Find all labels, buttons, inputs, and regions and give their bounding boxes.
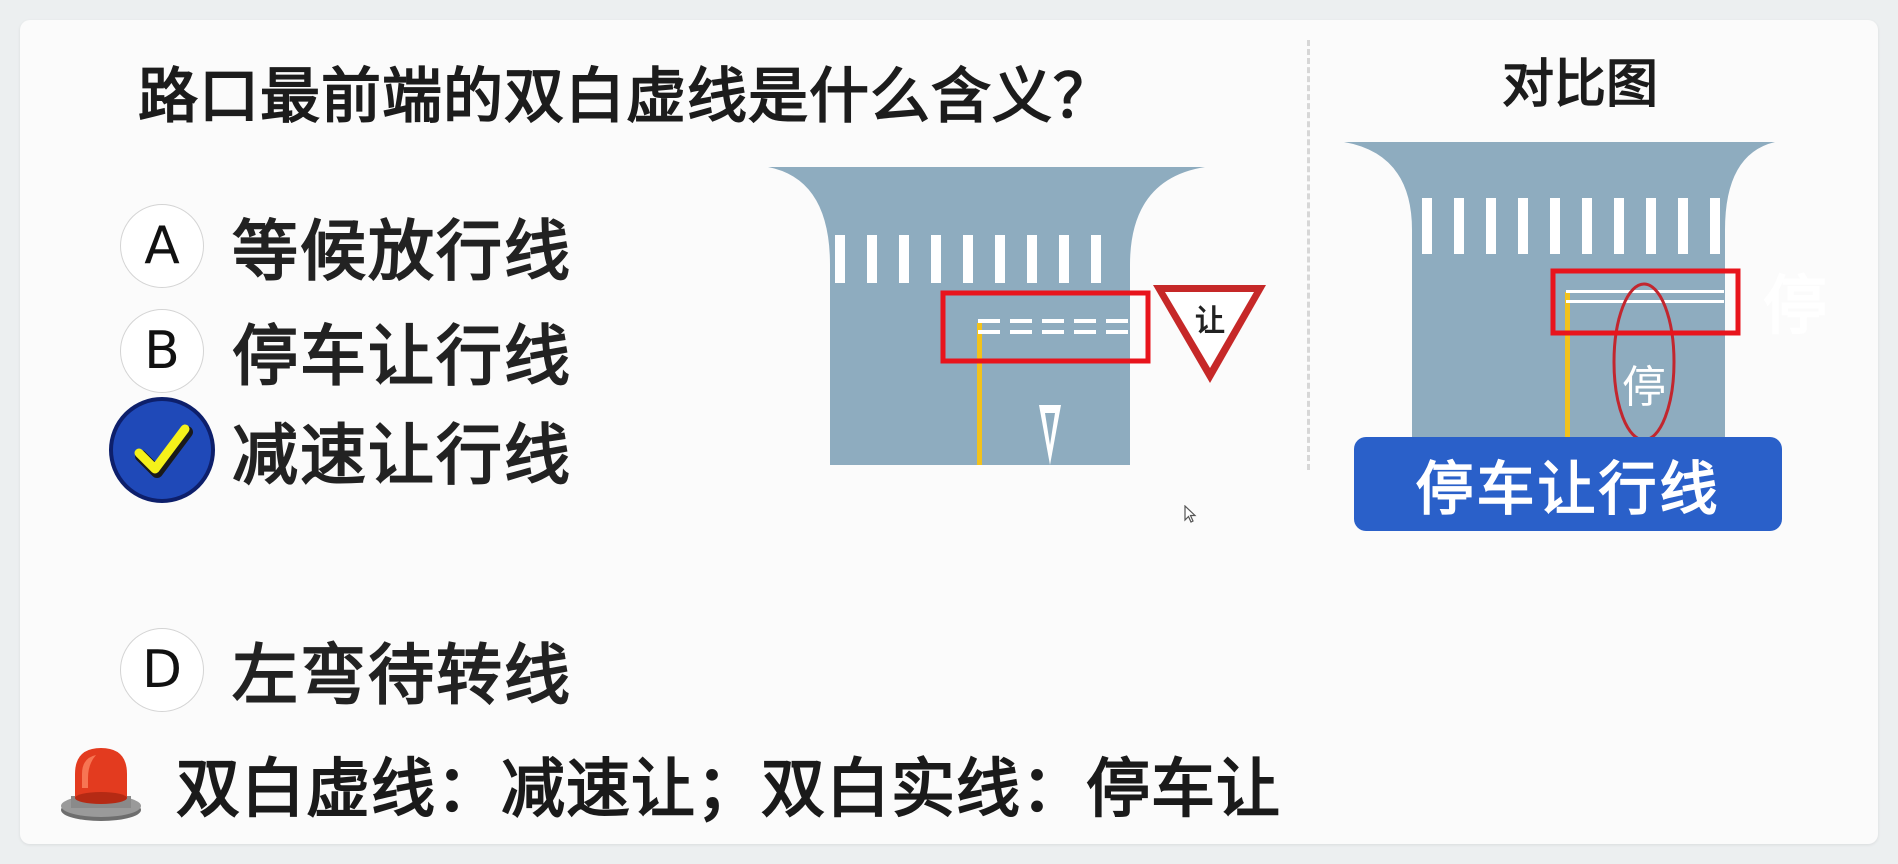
yellow-center-line [977,323,982,465]
check-icon [134,424,193,478]
intersection-diagram: 让 [768,167,1266,465]
compare-title: 对比图 [1502,55,1659,115]
footer-text: 双白虚线：减速让；双白实线：停车让 [176,753,1281,827]
question-title: 路口最前端的双白虚线是什么含义？ [138,62,1114,132]
stop-sign-text: 停 [1763,270,1827,344]
double-white-solid-line-2 [1566,300,1724,303]
road-surface [768,167,1205,465]
comparison-diagram: 停 停 [1344,142,1827,440]
yield-sign-icon: 让 [1153,285,1266,383]
option-d-label: 左弯待转线 [232,637,572,714]
mouse-cursor-icon [1184,504,1198,529]
footer-tip: 双白虚线：减速让；双白实线：停车让 [58,738,1281,830]
option-b-label: 停车让行线 [232,318,572,395]
double-white-solid-line-1 [1566,290,1724,293]
compare-yellow-line [1565,292,1570,440]
option-d-badge: D [120,628,204,712]
yield-sign-text: 让 [1195,304,1225,339]
option-b-badge: B [120,309,204,393]
option-c-badge [109,397,215,503]
option-b[interactable]: B 停车让行线 [120,303,572,399]
option-a-badge: A [120,204,204,288]
option-a-label: 等候放行线 [232,213,572,290]
stop-sign-icon: 停 [1763,270,1827,344]
option-d[interactable]: D 左弯待转线 [120,622,572,718]
divider [1307,40,1310,470]
option-c[interactable]: 减速让行线 [109,397,572,503]
compare-label: 停车让行线 [1354,437,1782,531]
siren-icon [61,748,141,821]
option-a[interactable]: A 等候放行线 [120,198,572,294]
road-stop-text: 停 [1622,362,1666,413]
option-c-label: 减速让行线 [232,417,572,494]
zebra-crossing [835,235,1101,283]
